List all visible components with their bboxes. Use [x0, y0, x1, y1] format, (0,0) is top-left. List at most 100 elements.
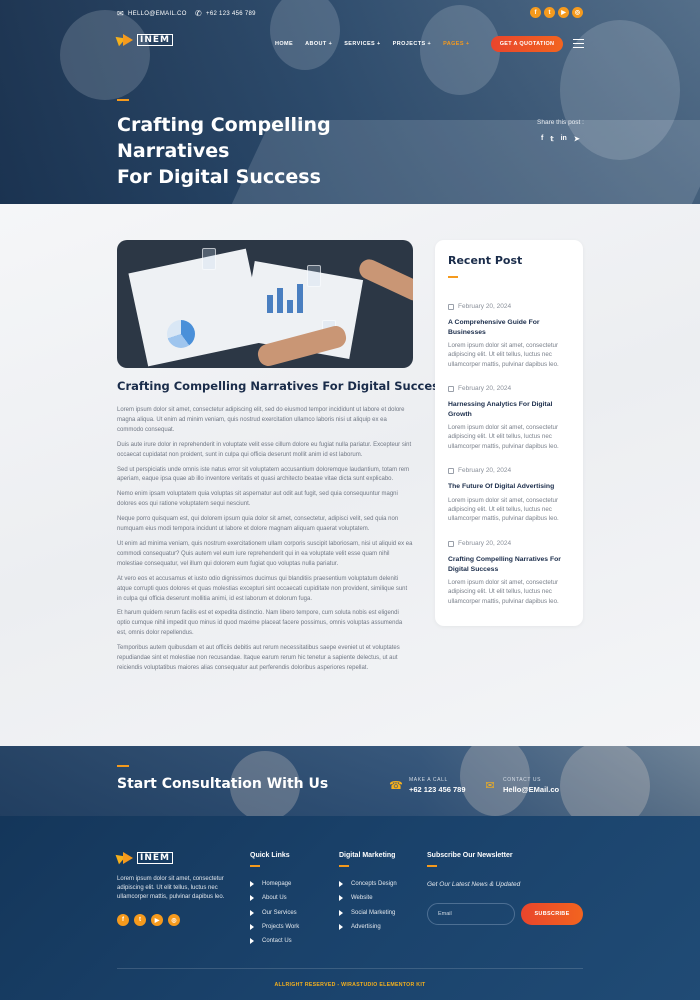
- share-twitter-icon[interactable]: 𝕥: [550, 135, 553, 143]
- recent-posts-sidebar: Recent Post February 20, 2024 A Comprehe…: [435, 240, 583, 626]
- nav-item-about[interactable]: ABOUT +: [305, 41, 332, 47]
- post-excerpt: Lorem ipsum dolor sit amet, consectetur …: [448, 342, 559, 368]
- site-logo[interactable]: INEM: [115, 33, 173, 47]
- arrow-right-icon: [250, 909, 254, 916]
- phone-icon: ✆: [195, 9, 203, 18]
- recent-post[interactable]: February 20, 2024 Harnessing Analytics F…: [448, 384, 573, 451]
- main-nav: HOME ABOUT + SERVICES + PROJECTS + PAGES…: [275, 41, 481, 47]
- share-linkedin-icon[interactable]: in: [561, 135, 567, 143]
- youtube-icon[interactable]: ▶: [151, 914, 163, 926]
- nav-item-home[interactable]: HOME: [275, 41, 293, 47]
- logo-text: INEM: [137, 852, 173, 864]
- make-a-call[interactable]: ☎ MAKE A CALL +62 123 456 789: [389, 777, 465, 794]
- footer-link-label: Website: [351, 895, 373, 902]
- post-title[interactable]: A Comprehensive Guide For Businesses: [448, 318, 573, 337]
- arrow-right-icon: [250, 924, 254, 931]
- article-image-pie: [167, 320, 195, 348]
- mail-icon: ✉: [485, 780, 495, 792]
- contact-us-label: CONTACT US: [503, 777, 542, 783]
- arrow-right-icon: [339, 924, 343, 931]
- copyright: ALLRIGHT RESERVED - WIRASTUDIO ELEMENTOR…: [274, 982, 426, 988]
- footer-social: f t ▶ ◎: [117, 914, 180, 926]
- page-title: Crafting Compelling Narratives For Digit…: [117, 112, 447, 190]
- article-title: Crafting Compelling Narratives For Digit…: [117, 379, 446, 393]
- share-telegram-icon[interactable]: ➤: [574, 135, 580, 143]
- post-date-text: February 20, 2024: [458, 467, 512, 474]
- footer-accent-line: [250, 865, 260, 867]
- footer-logo[interactable]: INEM: [115, 851, 173, 865]
- nav-item-projects[interactable]: PROJECTS +: [393, 41, 431, 47]
- facebook-icon[interactable]: f: [530, 7, 541, 18]
- logo-text: INEM: [137, 34, 173, 46]
- make-a-call-label: MAKE A CALL: [409, 777, 448, 783]
- footer-link[interactable]: Advertising: [339, 920, 397, 934]
- recent-post[interactable]: February 20, 2024 The Future Of Digital …: [448, 466, 573, 523]
- footer-link[interactable]: About Us: [250, 891, 299, 905]
- facebook-icon[interactable]: f: [117, 914, 129, 926]
- hero-accent-line: [117, 99, 129, 101]
- post-date: February 20, 2024: [448, 302, 573, 311]
- arrow-right-icon: [339, 909, 343, 916]
- footer-link-label: Contact Us: [262, 938, 292, 945]
- newsletter-email-input[interactable]: Email: [427, 903, 515, 925]
- site-footer: INEM Lorem ipsum dolor sit amet, consect…: [0, 816, 700, 1000]
- footer-link[interactable]: Website: [339, 891, 397, 905]
- logo-mark-icon: [115, 851, 134, 865]
- post-excerpt: Lorem ipsum dolor sit amet, consectetur …: [448, 424, 559, 450]
- article-body: Lorem ipsum dolor sit amet, consectetur …: [117, 406, 413, 679]
- sidebar-title: Recent Post: [448, 254, 523, 267]
- arrow-right-icon: [339, 881, 343, 888]
- footer-link[interactable]: Social Marketing: [339, 906, 397, 920]
- nav-item-services[interactable]: SERVICES +: [344, 41, 380, 47]
- subscribe-button[interactable]: SUBSCRIBE: [521, 903, 583, 925]
- footer-link-label: Projects Work: [262, 924, 300, 931]
- post-date-text: February 20, 2024: [458, 385, 512, 392]
- post-date: February 20, 2024: [448, 539, 573, 548]
- cta-title: Start Consultation With Us: [117, 776, 329, 792]
- footer-link[interactable]: Homepage: [250, 877, 299, 891]
- page-hero: ✉ HELLO@EMAIL.CO ✆ +62 123 456 789 f t ▶…: [0, 0, 700, 204]
- post-date: February 20, 2024: [448, 466, 573, 475]
- mail-icon: ✉: [117, 9, 125, 18]
- calendar-icon: [448, 303, 454, 310]
- topbar: ✉ HELLO@EMAIL.CO ✆ +62 123 456 789 f t ▶…: [117, 7, 583, 21]
- calendar-icon: [448, 540, 454, 547]
- article-image-hand: [356, 256, 413, 304]
- newsletter-subtitle: Get Our Latest News & Updated: [427, 881, 521, 888]
- contact-us[interactable]: ✉ CONTACT US Hello@EMail.co: [483, 777, 559, 794]
- footer-divider: [117, 968, 583, 969]
- post-title[interactable]: Crafting Compelling Narratives For Digit…: [448, 555, 573, 574]
- footer-link[interactable]: Our Services: [250, 906, 299, 920]
- footer-link[interactable]: Concepts Design: [339, 877, 397, 891]
- arrow-right-icon: [250, 881, 254, 888]
- twitter-icon[interactable]: t: [134, 914, 146, 926]
- contact-us-value: Hello@EMail.co: [503, 785, 560, 794]
- topbar-phone[interactable]: ✆ +62 123 456 789: [195, 9, 256, 18]
- footer-digital-marketing: Digital Marketing Concepts Design Websit…: [339, 852, 397, 934]
- post-title[interactable]: The Future Of Digital Advertising: [448, 482, 573, 492]
- footer-link[interactable]: Contact Us: [250, 934, 299, 948]
- post-date-text: February 20, 2024: [458, 540, 512, 547]
- dribbble-icon[interactable]: ◎: [572, 7, 583, 18]
- share-facebook-icon[interactable]: f: [541, 135, 543, 143]
- youtube-icon[interactable]: ▶: [558, 7, 569, 18]
- recent-post[interactable]: February 20, 2024 Crafting Compelling Na…: [448, 539, 573, 606]
- cta-accent-line: [117, 765, 129, 767]
- nav-item-pages[interactable]: PAGES +: [443, 41, 469, 47]
- menu-icon[interactable]: [573, 39, 584, 48]
- recent-post[interactable]: February 20, 2024 A Comprehensive Guide …: [448, 302, 573, 369]
- get-quotation-button[interactable]: GET A QUOTATION: [491, 36, 563, 52]
- footer-link-label: Advertising: [351, 924, 381, 931]
- topbar-email[interactable]: ✉ HELLO@EMAIL.CO: [117, 9, 187, 18]
- twitter-icon[interactable]: t: [544, 7, 555, 18]
- article-image-bar: [277, 288, 283, 313]
- post-title[interactable]: Harnessing Analytics For Digital Growth: [448, 400, 573, 419]
- dribbble-icon[interactable]: ◎: [168, 914, 180, 926]
- topbar-social: f t ▶ ◎: [530, 7, 583, 18]
- footer-about: Lorem ipsum dolor sit amet, consectetur …: [117, 876, 225, 901]
- article-paragraph: Neque porro quisquam est, qui dolorem ip…: [117, 516, 399, 533]
- article-paragraph: Sed ut perspiciatis unde omnis iste natu…: [117, 466, 410, 483]
- footer-link[interactable]: Projects Work: [250, 920, 299, 934]
- footer-accent-line: [339, 865, 349, 867]
- footer-link-label: Social Marketing: [351, 909, 396, 916]
